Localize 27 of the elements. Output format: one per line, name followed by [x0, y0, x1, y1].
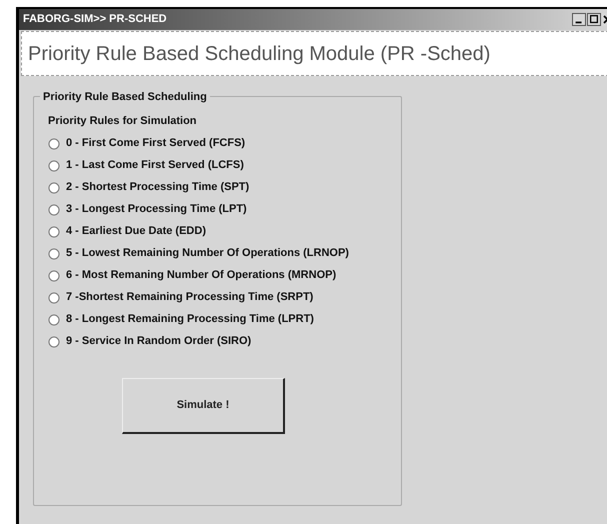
radio-button[interactable] — [48, 204, 60, 216]
radio-button[interactable] — [48, 160, 60, 172]
radio-label[interactable]: 2 - Shortest Processing Time (SPT) — [66, 179, 250, 196]
radio-label[interactable]: 5 - Lowest Remaining Number Of Operations (LRNOP) — [66, 245, 349, 262]
radio-label[interactable]: 9 - Service In Random Order (SIRO) — [66, 333, 252, 350]
section-label: Priority Rules for Simulation — [48, 114, 198, 129]
radio-label[interactable]: 1 - Last Come First Served (LCFS) — [66, 157, 244, 174]
radio-label[interactable]: 6 - Most Remaning Number Of Operations (MRNOP) — [66, 267, 336, 284]
radio-button[interactable] — [48, 336, 60, 348]
radio-button[interactable] — [48, 138, 60, 150]
radio-button[interactable] — [48, 182, 60, 194]
header-title: Priority Rule Based Scheduling Module (PR -Sched) — [28, 42, 490, 66]
window-title: FABORG-SIM>> PR-SCHED — [23, 12, 167, 28]
radio-label[interactable]: 0 - First Come First Served (FCFS) — [66, 135, 246, 152]
radio-button[interactable] — [48, 226, 60, 238]
radio-button[interactable] — [48, 270, 60, 282]
radio-label[interactable]: 7 -Shortest Remaining Processing Time (SRPT) — [66, 289, 314, 306]
radio-label[interactable]: 4 - Earliest Due Date (EDD) — [66, 223, 206, 240]
simulate-button[interactable]: Simulate ! — [122, 378, 285, 434]
radio-label[interactable]: 3 - Longest Processing Time (LPT) — [66, 201, 247, 218]
radio-button[interactable] — [48, 248, 60, 260]
minimize-icon[interactable] — [572, 13, 586, 26]
radio-button[interactable] — [48, 292, 60, 304]
maximize-icon[interactable] — [587, 13, 601, 26]
radio-button[interactable] — [48, 314, 60, 326]
group-title: Priority Rule Based Scheduling — [40, 89, 210, 106]
radio-label[interactable]: 8 - Longest Remaining Processing Time (LPRT) — [66, 311, 314, 328]
